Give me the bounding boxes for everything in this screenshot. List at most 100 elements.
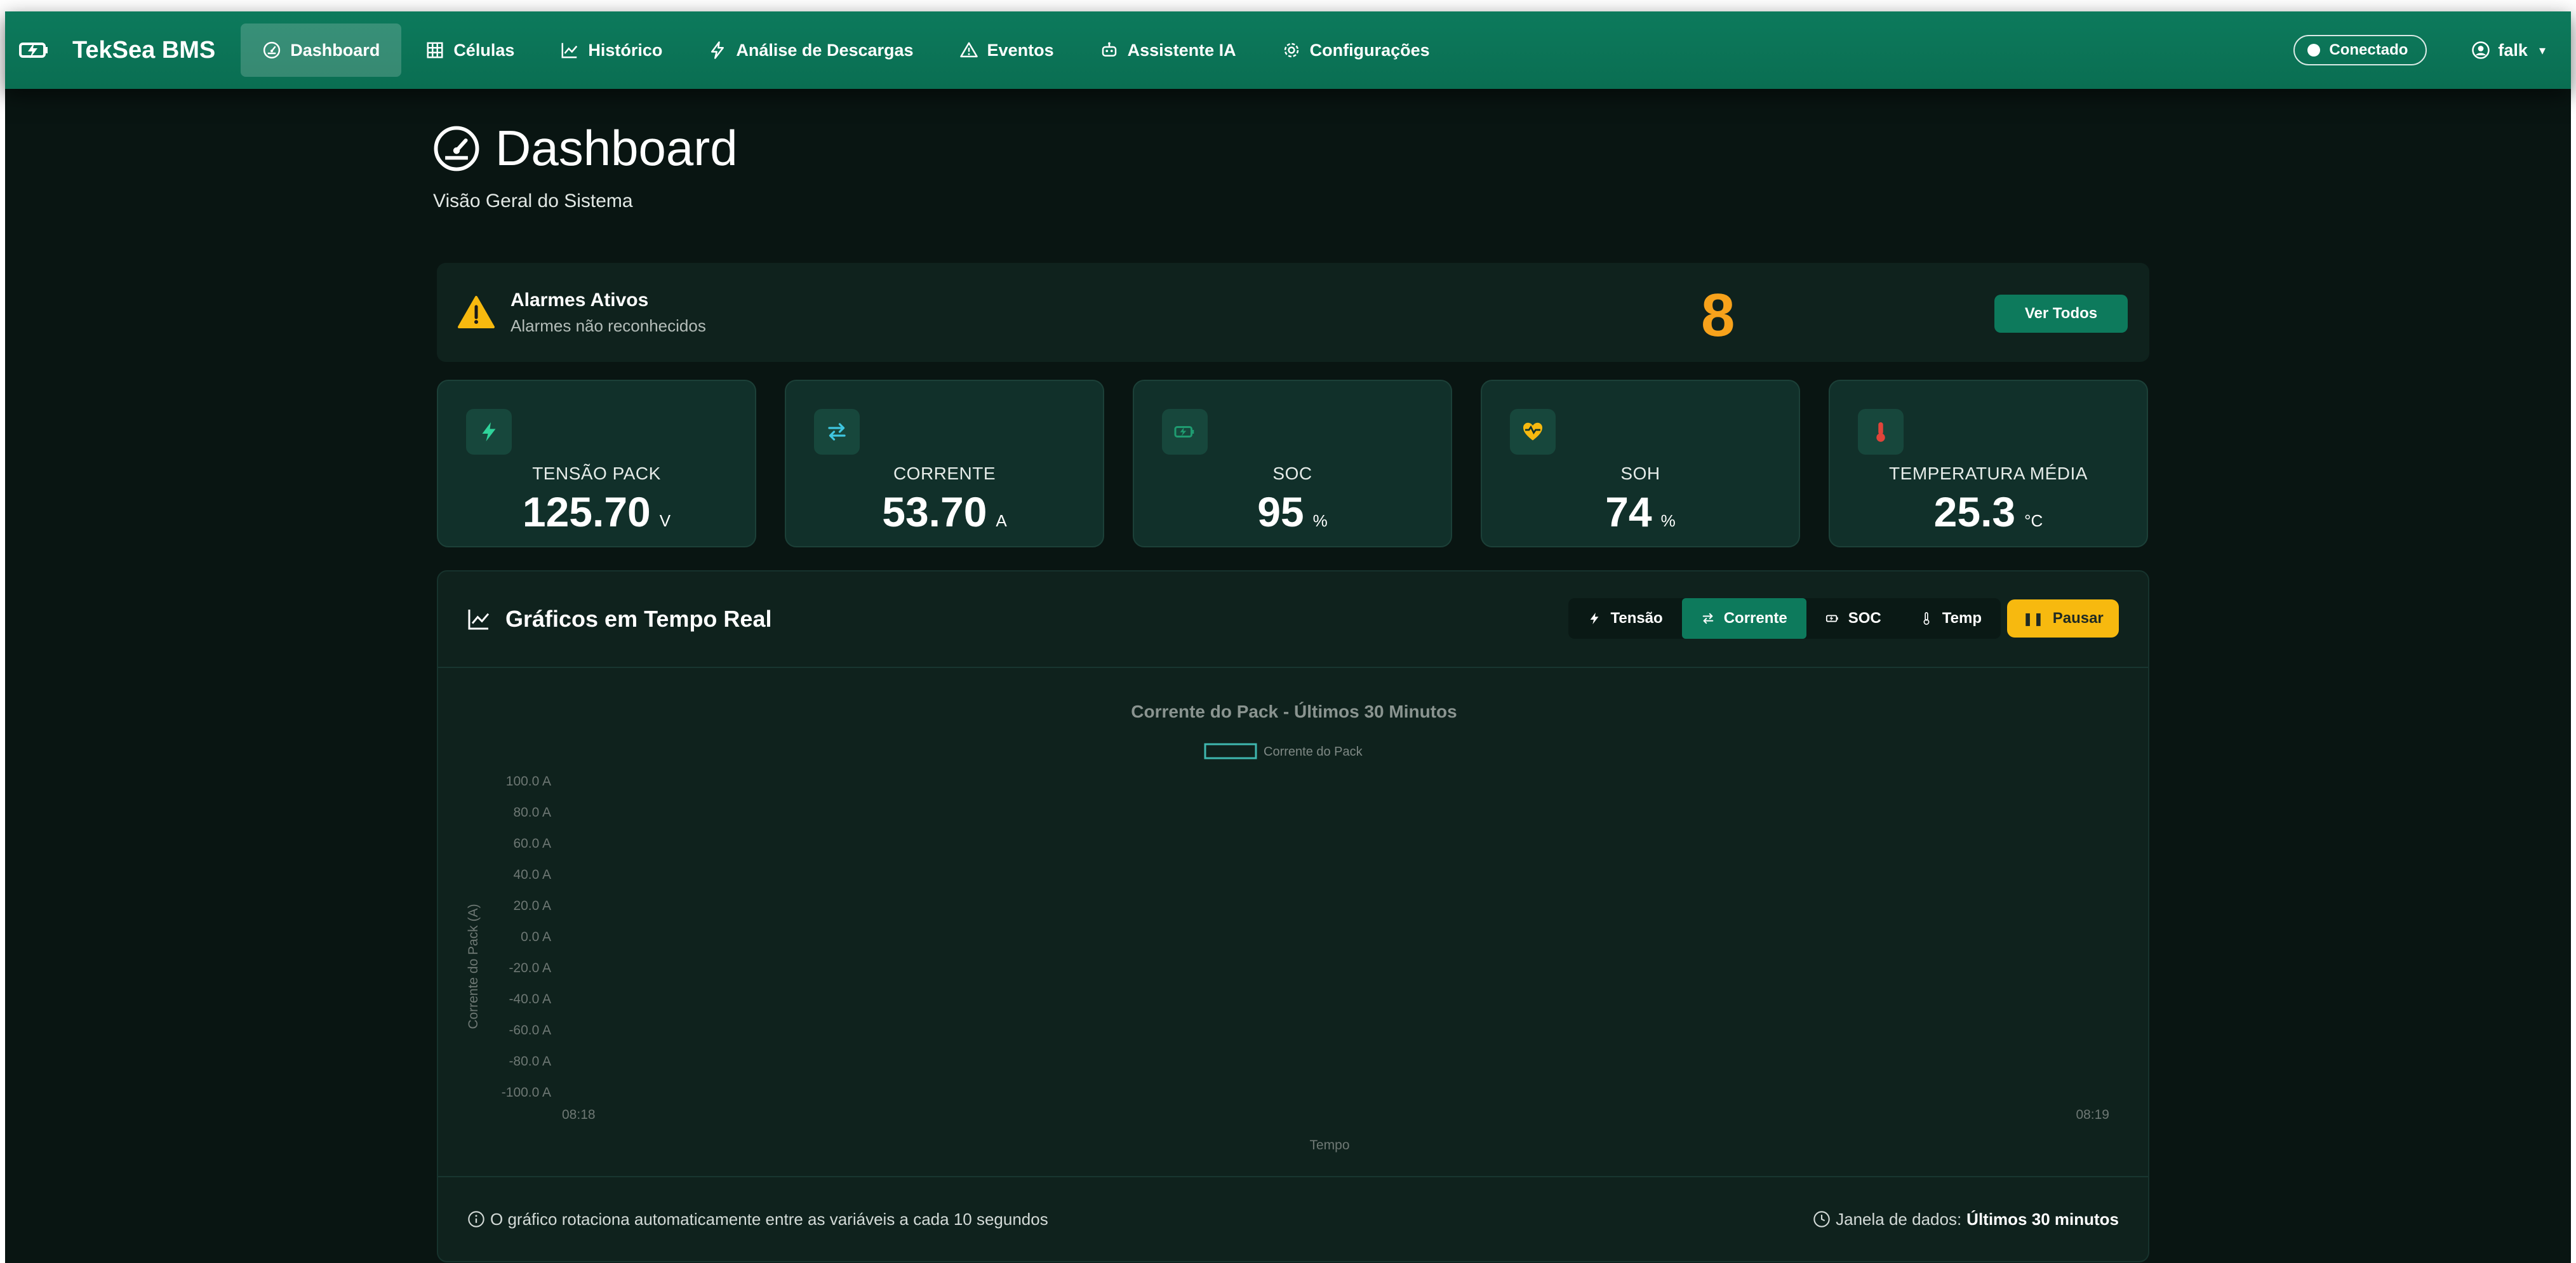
stat-unit: °C (2024, 511, 2043, 530)
nav-label: Células (453, 40, 515, 60)
stat-label: TEMPERATURA MÉDIA (1889, 464, 2088, 483)
top-navbar: TekSea BMS Dashboard Células Histórico A… (5, 11, 2571, 89)
tab-corrente[interactable]: Corrente (1681, 598, 1806, 639)
nav-label: Assistente IA (1127, 40, 1236, 60)
chart-card-title: Gráficos em Tempo Real (505, 606, 772, 632)
arrows-exchange-icon (814, 409, 860, 455)
stat-value: 25.3 °C (1830, 488, 2147, 536)
y-tick-label: -60.0 A (509, 1023, 551, 1038)
thermometer-icon (1923, 612, 1930, 625)
tab-label: Temp (1942, 610, 1982, 627)
nav-label: Dashboard (290, 40, 380, 60)
stat-number: 74 (1605, 488, 1652, 535)
alarm-count: 8 (1701, 281, 1735, 349)
nav-item-dashboard[interactable]: Dashboard (241, 23, 402, 77)
y-tick-label: 100.0 A (506, 774, 551, 789)
tab-soc[interactable]: SOC (1806, 598, 1900, 639)
clock-icon (1813, 1211, 1830, 1227)
y-axis-label: Corrente do Pack (A) (466, 904, 481, 1029)
warning-icon (959, 41, 978, 60)
lightning-icon (466, 409, 512, 455)
current-line-chart: Corrente do Pack - Últimos 30 Minutos Co… (466, 702, 2109, 1153)
battery-charging-icon (1825, 615, 1838, 622)
gear-icon (1282, 41, 1301, 60)
nav-item-celulas[interactable]: Células (404, 23, 536, 77)
brand-name: TekSea BMS (72, 36, 216, 63)
y-tick-label: -80.0 A (509, 1054, 551, 1069)
lightning-icon (1591, 612, 1599, 625)
y-tick-label: -40.0 A (509, 992, 551, 1006)
lightning-icon (708, 41, 727, 60)
line-chart-icon (468, 610, 490, 630)
view-all-alarms-button[interactable]: Ver Todos (1994, 295, 2128, 333)
line-chart-icon (560, 41, 579, 60)
stat-unit: % (1660, 511, 1676, 530)
y-tick-label: -100.0 A (502, 1085, 551, 1100)
stat-label: SOC (1272, 464, 1312, 483)
thermometer-icon (1858, 409, 1904, 455)
nav-item-configuracoes[interactable]: Configurações (1260, 23, 1452, 77)
stat-value: 95% (1134, 488, 1451, 536)
tab-tensao[interactable]: Tensão (1568, 598, 1681, 639)
x-tick-label: 08:18 (562, 1107, 596, 1122)
page-subtitle: Visão Geral do Sistema (433, 190, 633, 211)
nav-item-historico[interactable]: Histórico (538, 23, 684, 77)
active-alarms-card: Alarmes Ativos Alarmes não reconhecidos … (437, 263, 2149, 362)
stat-number: 95 (1257, 488, 1304, 535)
battery-charging-icon (1162, 409, 1208, 455)
data-window-value: Últimos 30 minutos (1966, 1209, 2119, 1229)
stat-unit: % (1312, 511, 1328, 530)
chart-card-header: Gráficos em Tempo Real Tensão Corrente S… (438, 571, 2148, 668)
stat-number: 25.3 (1933, 488, 2016, 535)
pause-button[interactable]: ❚❚ Pausar (2007, 599, 2119, 638)
nav-label: Eventos (987, 40, 1054, 60)
chart-title: Corrente do Pack - Últimos 30 Minutos (1131, 702, 1457, 721)
stat-value: 125.70 V (438, 488, 755, 536)
x-axis-ticks: 08:18 08:19 (562, 1107, 2109, 1122)
nav-right: Conectado falk ▾ (2293, 35, 2546, 65)
nav-item-analise-descargas[interactable]: Análise de Descargas (686, 23, 935, 77)
stat-card-corrente: CORRENTE 53.70 A (785, 380, 1104, 547)
rotation-note-text: O gráfico rotaciona automaticamente entr… (490, 1209, 1048, 1229)
rotation-note: O gráfico rotaciona automaticamente entr… (467, 1210, 1048, 1229)
warning-icon (458, 296, 495, 328)
y-tick-label: 40.0 A (513, 867, 551, 882)
heart-pulse-icon (1510, 409, 1556, 455)
nav-item-eventos[interactable]: Eventos (938, 23, 1076, 77)
y-tick-label: 20.0 A (513, 899, 551, 913)
tab-label: Corrente (1723, 610, 1787, 627)
stat-card-tensao: TENSÃO PACK 125.70 V (437, 380, 756, 547)
data-window-label: Janela de dados: (1836, 1209, 1962, 1229)
stat-unit: A (996, 511, 1007, 530)
nav-label: Análise de Descargas (736, 40, 914, 60)
realtime-chart-card: Gráficos em Tempo Real Tensão Corrente S… (437, 570, 2149, 1262)
nav-label: Configurações (1309, 40, 1430, 60)
stat-card-soc: SOC 95% (1133, 380, 1452, 547)
chart-variable-tabs: Tensão Corrente SOC Temp (1568, 598, 2001, 639)
user-menu[interactable]: falk ▾ (2471, 41, 2546, 60)
robot-icon (1100, 41, 1119, 60)
page-title: Dashboard (432, 119, 738, 177)
y-axis-ticks: 100.0 A 80.0 A 60.0 A 40.0 A 20.0 A 0.0 A -20.… (502, 774, 551, 1100)
alarm-title: Alarmes Ativos (511, 289, 649, 311)
legend-label: Corrente do Pack (1264, 745, 1363, 759)
x-tick-label: 08:19 (2076, 1107, 2109, 1122)
stat-card-temperatura: TEMPERATURA MÉDIA 25.3 °C (1829, 380, 2148, 547)
y-tick-label: 0.0 A (521, 930, 551, 944)
nav-item-assistente-ia[interactable]: Assistente IA (1078, 23, 1258, 77)
battery-charging-icon (19, 43, 48, 58)
y-tick-label: 80.0 A (513, 805, 551, 820)
y-tick-label: -20.0 A (509, 961, 551, 975)
stat-card-soh: SOH 74% (1481, 380, 1800, 547)
tab-label: SOC (1848, 610, 1881, 627)
data-window: Janela de dados: Últimos 30 minutos (1813, 1210, 2119, 1229)
stat-number: 125.70 (522, 488, 651, 535)
tab-temp[interactable]: Temp (1900, 598, 2001, 639)
gauge-icon (434, 126, 479, 171)
legend-swatch (1204, 743, 1257, 759)
page-title-text: Dashboard (495, 120, 738, 176)
brand[interactable]: TekSea BMS (19, 37, 215, 64)
stat-label: SOH (1620, 464, 1660, 483)
nav-label: Histórico (588, 40, 663, 60)
pause-label: Pausar (2052, 610, 2104, 627)
